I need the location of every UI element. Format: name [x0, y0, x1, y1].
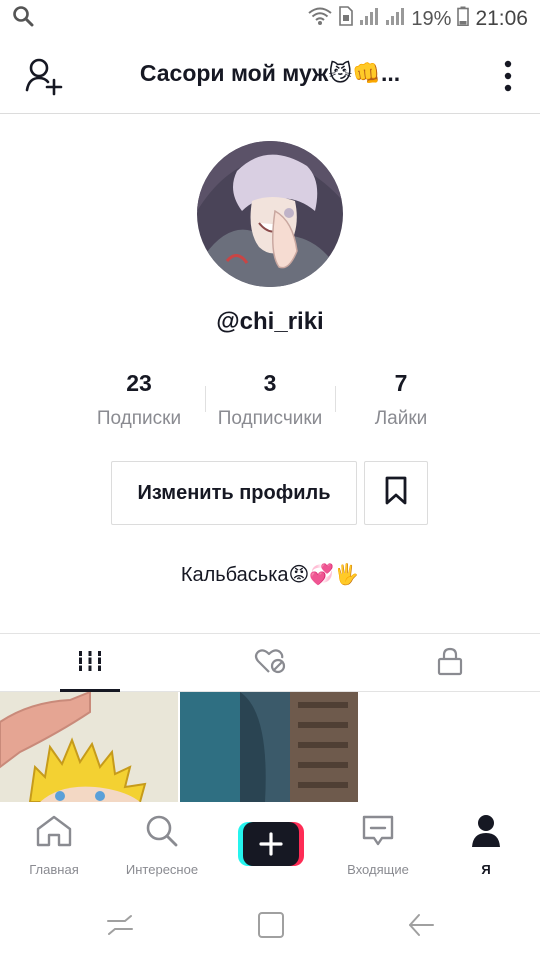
page-title: Сасори мой муж😼👊...	[139, 60, 401, 86]
profile-header: Сасори мой муж😼👊...	[0, 38, 540, 114]
recent-apps-icon[interactable]	[105, 910, 135, 940]
stat-label: Лайки	[374, 408, 428, 429]
bookmark-icon	[384, 476, 408, 511]
nav-label: Входящие	[347, 862, 409, 877]
nav-me[interactable]: Я	[432, 812, 540, 888]
search-icon	[12, 5, 34, 33]
back-icon[interactable]	[406, 910, 436, 940]
video-thumbnail[interactable]	[180, 692, 358, 802]
stat-label: Подписчики	[217, 408, 323, 429]
profile-icon	[471, 814, 501, 853]
bio: Кальбаська😡💞🖐	[180, 564, 360, 586]
add-user-icon[interactable]	[24, 56, 64, 96]
videos-grid-icon	[77, 649, 103, 678]
edit-profile-button[interactable]: Изменить профиль	[111, 461, 357, 525]
system-navigation-bar	[0, 888, 540, 960]
avatar[interactable]	[197, 141, 343, 287]
liked-hidden-icon	[254, 647, 286, 680]
wifi-icon	[307, 6, 333, 32]
nav-label: Главная	[29, 862, 79, 877]
tab-videos[interactable]	[0, 634, 180, 692]
search-icon	[145, 814, 179, 853]
stat-followers[interactable]: 3 Подписчики	[200, 364, 340, 436]
lock-icon	[437, 646, 463, 681]
stat-value: 23	[126, 370, 152, 396]
nav-home[interactable]: Главная	[0, 812, 108, 888]
home-icon	[35, 814, 73, 853]
clock: 21:06	[475, 7, 528, 30]
stat-value: 3	[263, 370, 277, 396]
battery-percent: 19%	[411, 7, 452, 30]
more-icon[interactable]	[502, 58, 514, 94]
home-button-icon[interactable]	[256, 910, 286, 940]
stat-value: 7	[394, 370, 408, 396]
profile-stats: 23 Подписки 3 Подписчики 7 Лайки	[0, 364, 540, 444]
stat-following[interactable]: 23 Подписки	[69, 364, 209, 436]
bookmark-button[interactable]	[364, 461, 428, 525]
sim-icon	[339, 6, 354, 32]
nav-inbox[interactable]: Входящие	[324, 812, 432, 888]
battery-icon	[457, 6, 470, 32]
create-video-button[interactable]	[238, 822, 304, 866]
stat-label: Подписки	[96, 408, 182, 429]
nav-discover[interactable]: Интересное	[108, 812, 216, 888]
tab-private[interactable]	[360, 634, 540, 692]
video-grid	[0, 692, 540, 802]
username: @chi_riki	[216, 308, 324, 335]
signal-icon	[359, 7, 379, 31]
profile-tabs	[0, 633, 540, 692]
status-bar: 19% 21:06	[0, 0, 540, 38]
video-thumbnail[interactable]	[0, 692, 178, 802]
nav-label: Интересное	[125, 862, 199, 877]
stat-likes[interactable]: 7 Лайки	[331, 364, 471, 436]
nav-label: Я	[481, 862, 491, 877]
tab-liked[interactable]	[180, 634, 360, 692]
inbox-icon	[361, 814, 395, 853]
signal-icon	[385, 7, 405, 31]
